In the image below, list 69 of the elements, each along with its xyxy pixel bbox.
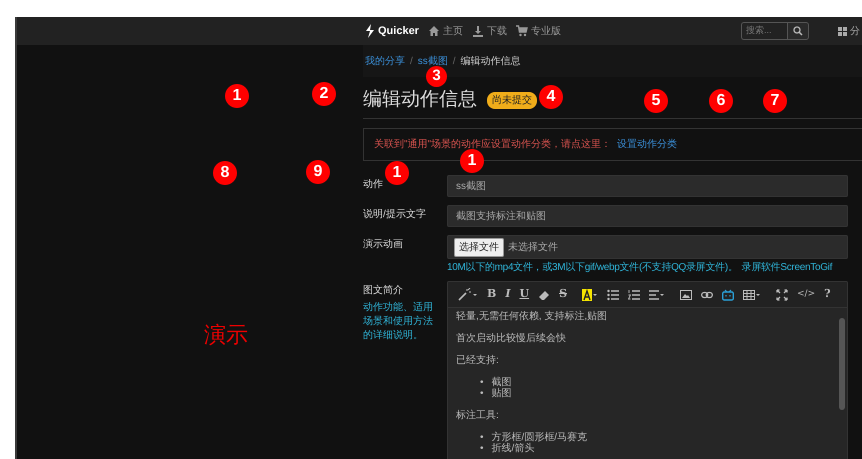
file-status: 未选择文件 <box>508 240 558 254</box>
toolbar-button[interactable] <box>774 288 790 300</box>
input-field[interactable]: ss截图 <box>447 175 848 197</box>
align-icon <box>649 288 660 300</box>
editor-paragraph: 标注工具: <box>456 410 500 421</box>
nav-link[interactable]: 主页 <box>442 24 463 38</box>
field-label: 动作 <box>363 179 383 190</box>
breadcrumb-current: 编辑动作信息 <box>460 54 521 68</box>
bullet: • <box>480 377 484 388</box>
alert-link[interactable]: 设置动作分类 <box>617 137 678 152</box>
file-input[interactable]: 选择文件 未选择文件 <box>447 235 848 259</box>
list-item: 折线/箭头 <box>492 443 534 454</box>
status-badge: 尚未提交 <box>487 92 537 109</box>
field-label: 图文简介 <box>363 284 404 298</box>
share-link[interactable]: 分 <box>850 24 860 38</box>
breadcrumb-separator: / <box>452 54 456 68</box>
numbered-list-icon <box>628 288 640 300</box>
input-field[interactable]: 截图支持标注和贴图 <box>447 205 848 227</box>
search-button[interactable] <box>787 22 809 40</box>
nav-link[interactable]: 下载 <box>486 24 507 38</box>
field-label: 说明/提示文字 <box>363 209 426 220</box>
search-icon <box>793 26 803 36</box>
toolbar-button[interactable] <box>605 288 622 300</box>
page-title: 编辑动作信息 <box>363 90 477 111</box>
download-icon <box>472 25 484 37</box>
toolbar-button[interactable]: U <box>517 286 532 303</box>
wand-icon <box>458 288 472 301</box>
toolbar-button[interactable]: </> <box>795 288 818 302</box>
editor-paragraph: 轻量,无需任何依赖, 支持标注,贴图 <box>456 311 608 322</box>
breadcrumb-link[interactable]: ss截图 <box>418 54 448 68</box>
choose-file-button[interactable]: 选择文件 <box>454 238 504 256</box>
table-icon <box>743 288 756 300</box>
tv-icon <box>722 288 734 300</box>
toolbar-button[interactable]: I <box>503 286 512 303</box>
bullet: • <box>480 443 484 454</box>
help-link[interactable]: 录屏软件ScreenToGif <box>742 260 832 275</box>
toolbar-button[interactable] <box>456 288 480 301</box>
editor-paragraph: 首次启动比较慢后续会快 <box>456 333 567 344</box>
home-icon <box>428 25 440 37</box>
caption-text: 演示 <box>204 322 248 350</box>
breadcrumb-separator: / <box>410 54 413 68</box>
grid-icon <box>838 26 847 36</box>
toolbar-button[interactable]: S <box>557 286 570 303</box>
help-text: 10M以下的mp4文件，或3M以下gif/webp文件(不支持QQ录屏文件)。 <box>447 260 738 275</box>
toolbar-button[interactable] <box>626 288 642 300</box>
alert-message: 关联到"通用"场景的动作应设置动作分类，请点这里： <box>374 138 612 152</box>
bulleted-list-icon <box>607 288 620 300</box>
hint-text: 动作功能、适用场景和使用方法的详细说明。 <box>363 301 433 343</box>
fullscreen-icon <box>776 288 788 300</box>
toolbar-button[interactable] <box>678 288 694 300</box>
list-item: 贴图 <box>492 388 512 399</box>
bullet: • <box>480 388 484 399</box>
list-item: 截图 <box>492 377 512 388</box>
toolbar-button[interactable]: ? <box>822 286 833 303</box>
toolbar-button[interactable] <box>720 288 736 300</box>
image-icon <box>680 288 692 300</box>
cart-icon <box>516 25 528 37</box>
bullet: • <box>480 432 484 443</box>
brand-name[interactable]: Quicker <box>378 22 419 40</box>
nav-link[interactable]: 专业版 <box>530 24 561 38</box>
breadcrumb-link[interactable]: 我的分享 <box>365 54 405 68</box>
field-label: 演示动画 <box>363 239 403 250</box>
list-item: 方形框/圆形框/马赛克 <box>492 432 588 443</box>
editor-paragraph: 已经支持: <box>456 355 500 366</box>
highlighter-icon <box>582 288 592 300</box>
toolbar-button[interactable]: B <box>485 286 498 303</box>
search-field[interactable]: 搜索... <box>741 22 787 40</box>
eraser-icon <box>538 288 550 300</box>
bolt-logo-icon <box>365 24 375 38</box>
